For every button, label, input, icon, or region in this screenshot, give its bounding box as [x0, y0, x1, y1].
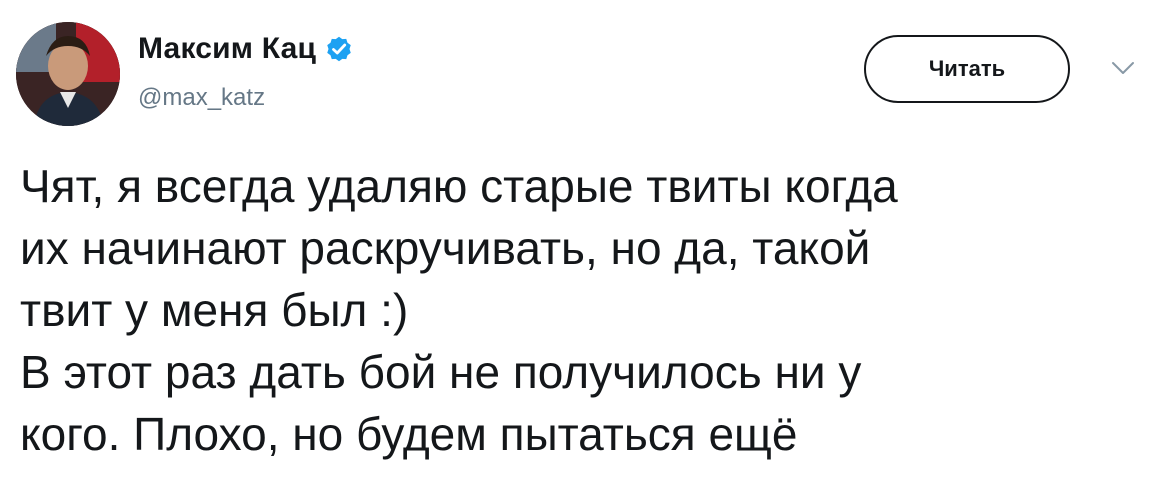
verified-badge-icon — [324, 34, 354, 64]
author-handle[interactable]: @max_katz — [138, 84, 265, 112]
tweet-text: Чят, я всегда удаляю старые твиты когда … — [20, 160, 898, 460]
avatar-photo — [16, 22, 120, 126]
author-display-name[interactable]: Максим Кац — [138, 32, 316, 66]
tweet-card: Максим Кац @max_katz Читать Чят, я всегд… — [0, 0, 1170, 480]
author-name-row: Максим Кац — [138, 32, 354, 66]
chevron-down-icon[interactable] — [1108, 56, 1138, 80]
avatar[interactable] — [16, 22, 120, 126]
follow-button[interactable]: Читать — [864, 35, 1070, 103]
